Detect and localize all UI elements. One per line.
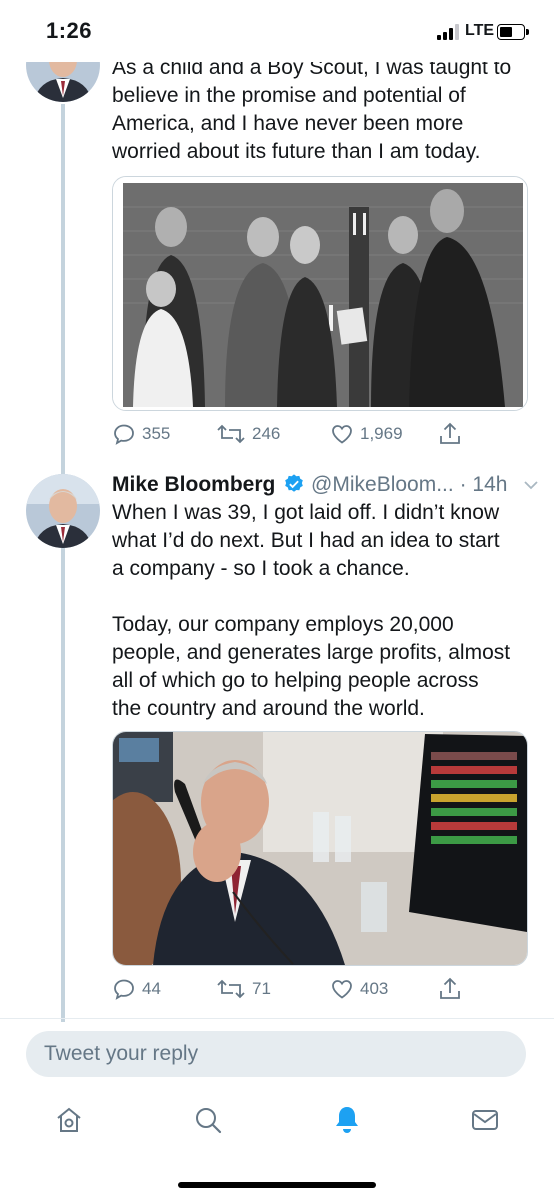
tweet-actions: 355 246 1,969 bbox=[112, 419, 526, 449]
avatar[interactable] bbox=[26, 474, 100, 548]
like-button[interactable]: 403 bbox=[330, 974, 388, 1004]
tweet-photo[interactable] bbox=[112, 731, 528, 966]
status-time: 1:26 bbox=[46, 18, 93, 43]
share-button[interactable] bbox=[438, 419, 462, 449]
reply-input[interactable]: Tweet your reply bbox=[26, 1031, 526, 1077]
reply-count: 355 bbox=[142, 424, 171, 443]
tweet-text: As a child and a Boy Scout, I was taught… bbox=[112, 56, 512, 163]
tweet-timestamp[interactable]: · 14h bbox=[460, 473, 508, 496]
tweet-text: When I was 39, I got laid off. I didn’t … bbox=[112, 501, 511, 720]
tab-messages[interactable] bbox=[468, 1103, 502, 1137]
reply-count: 44 bbox=[142, 979, 161, 998]
share-button[interactable] bbox=[438, 974, 462, 1004]
reply-placeholder: Tweet your reply bbox=[44, 1042, 199, 1065]
retweet-button[interactable]: 246 bbox=[216, 419, 280, 449]
search-icon bbox=[196, 1108, 222, 1134]
reply-icon bbox=[114, 424, 134, 445]
author-name[interactable]: Mike Bloomberg bbox=[112, 473, 275, 496]
tweet-actions: 44 71 403 bbox=[112, 974, 526, 1004]
divider bbox=[0, 1018, 554, 1019]
heart-icon bbox=[332, 425, 352, 444]
network-type: LTE bbox=[465, 22, 495, 39]
reply-button[interactable]: 355 bbox=[112, 419, 170, 449]
tab-search[interactable] bbox=[191, 1103, 225, 1137]
share-icon bbox=[440, 977, 460, 999]
reply-icon bbox=[114, 979, 134, 1000]
tweet-photo[interactable] bbox=[112, 176, 528, 411]
heart-icon bbox=[332, 980, 352, 999]
mail-icon bbox=[472, 1110, 498, 1130]
share-icon bbox=[440, 422, 460, 444]
like-count: 1,969 bbox=[360, 424, 403, 443]
retweet-icon bbox=[217, 979, 245, 999]
status-bar: 1:26 LTE bbox=[0, 0, 554, 62]
tab-notifications[interactable] bbox=[330, 1103, 364, 1137]
notifications-icon bbox=[336, 1107, 358, 1133]
like-button[interactable]: 1,969 bbox=[330, 419, 403, 449]
author-handle[interactable]: @MikeBloom... bbox=[311, 473, 454, 496]
chevron-down-icon[interactable] bbox=[523, 479, 539, 491]
retweet-icon bbox=[217, 424, 245, 444]
retweet-button[interactable]: 71 bbox=[216, 974, 271, 1004]
retweet-count: 71 bbox=[252, 979, 271, 998]
like-count: 403 bbox=[360, 979, 389, 998]
signal-icon bbox=[437, 24, 459, 40]
verified-badge-icon bbox=[285, 474, 304, 492]
thread-connector-line bbox=[61, 104, 65, 1022]
home-indicator bbox=[178, 1182, 376, 1188]
battery-icon bbox=[497, 24, 529, 40]
tab-home[interactable] bbox=[52, 1103, 86, 1137]
retweet-count: 246 bbox=[252, 424, 281, 443]
tweet-header: Mike Bloomberg @MikeBloom... · 14h bbox=[112, 471, 539, 499]
reply-button[interactable]: 44 bbox=[112, 974, 161, 1004]
home-icon bbox=[57, 1107, 81, 1132]
